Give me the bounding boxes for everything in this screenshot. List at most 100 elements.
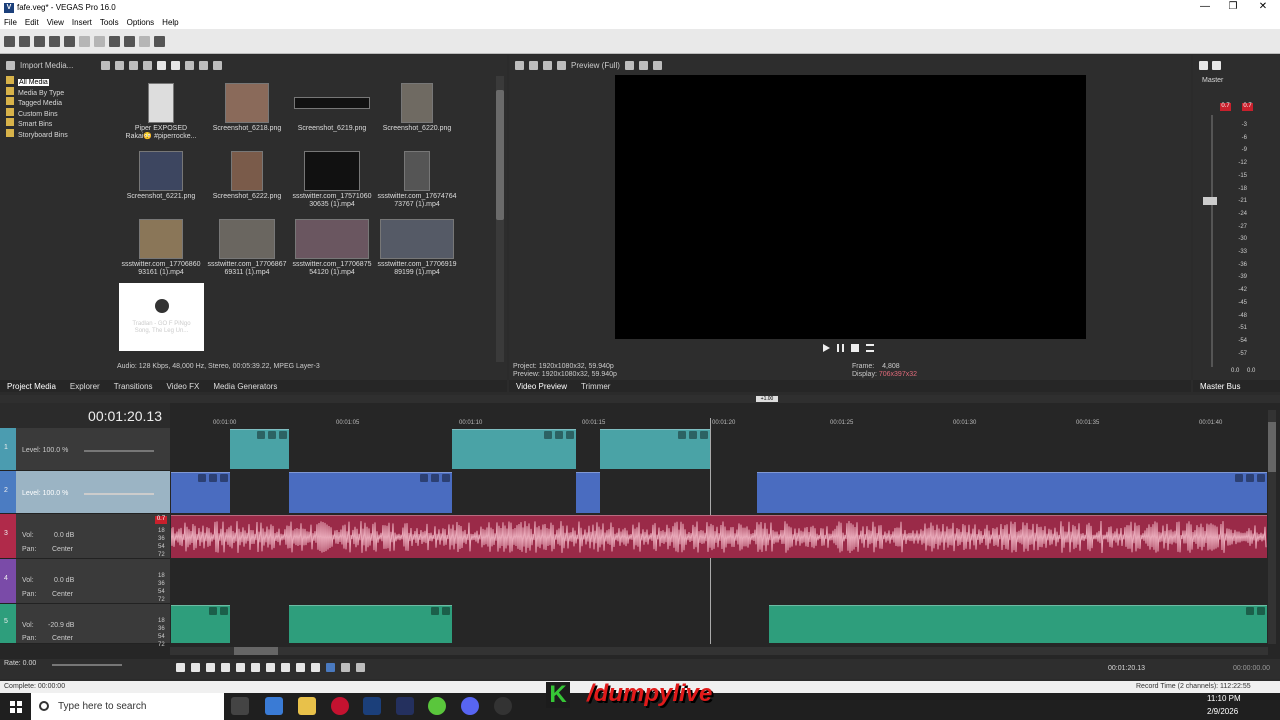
get-media-icon[interactable] bbox=[115, 60, 125, 70]
go-start-icon[interactable] bbox=[266, 663, 275, 672]
track-header-audio-4[interactable]: 4 Vol: 0.0 dB Pan: Center bbox=[0, 559, 170, 604]
opera-icon[interactable] bbox=[331, 697, 349, 715]
media-item[interactable]: Piper EXPOSED Rakai😳 #piperrocke... bbox=[117, 83, 205, 141]
zoom-tool-icon[interactable] bbox=[356, 663, 365, 672]
overlays-icon[interactable] bbox=[624, 60, 634, 70]
windows-start-icon[interactable] bbox=[10, 701, 22, 713]
track-header-audio-3[interactable]: 3 0.7 Vol: 0.0 dB Pan: Center bbox=[0, 514, 170, 559]
envelope-tool-icon[interactable] bbox=[341, 663, 350, 672]
audio-clip[interactable] bbox=[171, 605, 230, 643]
timeline-hscrollbar[interactable] bbox=[170, 647, 1268, 655]
save-as-icon[interactable] bbox=[49, 35, 60, 47]
close-button[interactable]: ✕ bbox=[1248, 0, 1278, 15]
menu-tools[interactable]: Tools bbox=[96, 18, 123, 27]
render-icon[interactable] bbox=[154, 35, 165, 47]
media-item[interactable]: Screenshot_6222.png bbox=[203, 151, 291, 201]
track-header-video-1[interactable]: 1 Level: 100.0 % bbox=[0, 428, 170, 471]
split-icon[interactable] bbox=[557, 60, 566, 70]
video-clip[interactable] bbox=[230, 429, 289, 469]
paste-icon[interactable] bbox=[109, 35, 120, 47]
video-clip[interactable] bbox=[452, 429, 576, 469]
menu-view[interactable]: View bbox=[43, 18, 68, 27]
media-item[interactable]: ssstwitter.com_17571060 30635 (1).mp4 bbox=[288, 151, 376, 209]
tab-trimmer[interactable]: Trimmer bbox=[574, 382, 617, 391]
taskbar-search[interactable]: Type here to search bbox=[31, 693, 224, 720]
redo-icon[interactable] bbox=[139, 35, 150, 47]
timeline-vscrollbar[interactable] bbox=[1268, 410, 1276, 644]
photoshop-icon[interactable] bbox=[396, 697, 414, 715]
preview-play-icon[interactable] bbox=[823, 344, 830, 352]
audio-clip[interactable] bbox=[171, 515, 1267, 558]
play-icon[interactable] bbox=[157, 60, 167, 70]
app-icon[interactable] bbox=[428, 697, 446, 715]
menu-options[interactable]: Options bbox=[123, 18, 159, 27]
tree-custom-bins[interactable]: Custom Bins bbox=[6, 107, 68, 119]
tree-smart-bins[interactable]: Smart Bins bbox=[6, 118, 68, 129]
save-snapshot-icon[interactable] bbox=[652, 60, 662, 70]
menu-help[interactable]: Help bbox=[158, 18, 182, 27]
copy-icon[interactable] bbox=[94, 35, 105, 47]
mail-icon[interactable] bbox=[265, 697, 283, 715]
media-item[interactable]: ssstwitter.com_17706860 93161 (1).mp4 bbox=[117, 219, 205, 277]
fx-icon[interactable] bbox=[543, 60, 552, 70]
save-icon[interactable] bbox=[34, 35, 45, 47]
cut-icon[interactable] bbox=[79, 35, 90, 47]
next-frame-icon[interactable] bbox=[311, 663, 320, 672]
media-item[interactable]: ssstwitter.com_17706919 89199 (1).mp4 bbox=[373, 219, 461, 277]
tab-video-fx[interactable]: Video FX bbox=[160, 382, 207, 391]
obs-icon[interactable] bbox=[494, 697, 512, 715]
record-icon[interactable] bbox=[176, 663, 185, 672]
media-item-audio[interactable]: Tradlan - GO F PiNgo Song, The Leg Un... bbox=[119, 283, 204, 351]
tree-storyboard-bins[interactable]: Storyboard Bins bbox=[6, 128, 68, 140]
views-icon[interactable] bbox=[199, 60, 209, 70]
search-media-icon[interactable] bbox=[213, 60, 223, 70]
preview-stop-icon[interactable] bbox=[851, 344, 859, 352]
track-header-video-2[interactable]: 2 Level: 100.0 % bbox=[0, 471, 170, 514]
video-clip[interactable] bbox=[576, 472, 600, 513]
media-item[interactable]: ssstwitter.com_17706875 54120 (1).mp4 bbox=[288, 219, 376, 277]
settings-icon[interactable] bbox=[515, 60, 524, 70]
task-view-icon[interactable] bbox=[231, 697, 249, 715]
import-icon[interactable] bbox=[6, 60, 15, 70]
loop-icon[interactable] bbox=[191, 663, 200, 672]
tab-explorer[interactable]: Explorer bbox=[63, 382, 107, 391]
media-item[interactable]: Screenshot_6221.png bbox=[117, 151, 205, 201]
remove-icon[interactable] bbox=[129, 60, 139, 70]
master-fader-handle[interactable] bbox=[1203, 197, 1217, 205]
device-icon[interactable] bbox=[529, 60, 538, 70]
undo-icon[interactable] bbox=[124, 35, 135, 47]
tab-media-generators[interactable]: Media Generators bbox=[206, 382, 284, 391]
preview-quality-dropdown[interactable]: Preview (Full) bbox=[571, 61, 620, 70]
pause-icon[interactable] bbox=[236, 663, 245, 672]
media-item[interactable]: Screenshot_6218.png bbox=[203, 83, 291, 133]
master-menu-icon[interactable] bbox=[1212, 60, 1221, 70]
auto-preview-icon[interactable] bbox=[185, 60, 195, 70]
video-clip[interactable] bbox=[600, 429, 710, 469]
media-item[interactable]: ssstwitter.com_17674764 73767 (1).mp4 bbox=[373, 151, 461, 209]
capture-icon[interactable] bbox=[101, 60, 111, 70]
master-settings-icon[interactable] bbox=[1199, 60, 1208, 70]
video-clip[interactable] bbox=[289, 472, 452, 513]
rate-slider[interactable] bbox=[52, 664, 122, 666]
preview-pause-icon[interactable] bbox=[837, 344, 844, 352]
stop-icon[interactable] bbox=[171, 60, 181, 70]
tree-media-by-type[interactable]: Media By Type bbox=[6, 86, 68, 98]
menu-insert[interactable]: Insert bbox=[68, 18, 96, 27]
play-icon[interactable] bbox=[221, 663, 230, 672]
audio-clip[interactable] bbox=[769, 605, 1267, 643]
tree-tagged-media[interactable]: Tagged Media bbox=[6, 97, 68, 108]
open-icon[interactable] bbox=[19, 35, 30, 47]
media-item[interactable]: ssstwitter.com_17706867 69311 (1).mp4 bbox=[203, 219, 291, 277]
media-scrollbar[interactable] bbox=[496, 76, 504, 362]
tab-master-bus[interactable]: Master Bus bbox=[1193, 382, 1247, 391]
media-item[interactable]: Screenshot_6219.png bbox=[288, 83, 376, 133]
minimize-button[interactable]: — bbox=[1190, 0, 1220, 15]
properties-icon[interactable] bbox=[64, 35, 75, 47]
maximize-button[interactable]: ❐ bbox=[1218, 0, 1248, 15]
tab-project-media[interactable]: Project Media bbox=[0, 382, 63, 391]
stop-icon[interactable] bbox=[251, 663, 260, 672]
tab-transitions[interactable]: Transitions bbox=[107, 382, 160, 391]
copy-snapshot-icon[interactable] bbox=[638, 60, 648, 70]
preview-menu-icon[interactable] bbox=[866, 344, 874, 352]
import-media-button[interactable]: Import Media... bbox=[20, 61, 73, 70]
